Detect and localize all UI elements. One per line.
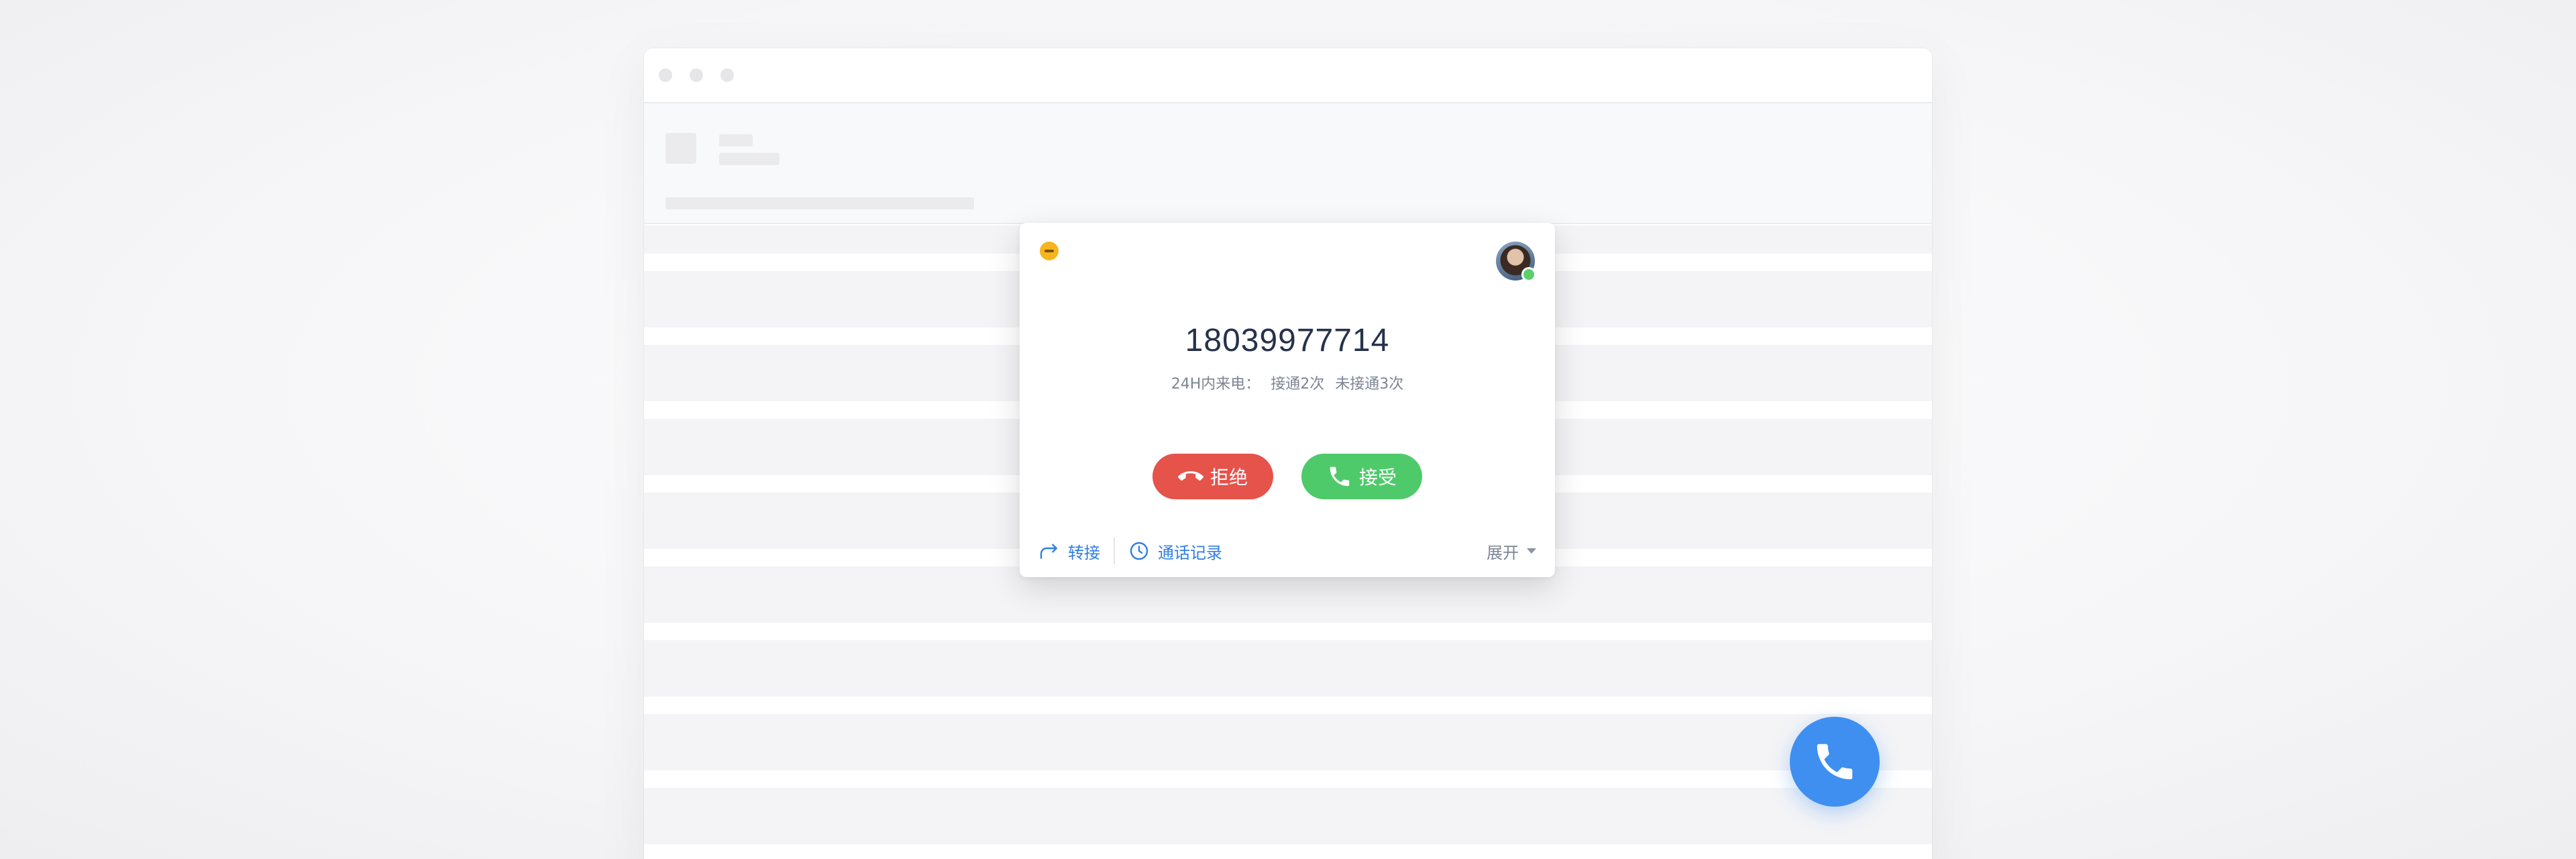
window-control-dot xyxy=(690,68,703,82)
reject-label: 拒绝 xyxy=(1210,466,1248,489)
placeholder-row xyxy=(644,595,1932,668)
placeholder-row xyxy=(644,668,1932,742)
online-status-icon xyxy=(1521,267,1536,282)
call-stats: 24H内来电： 接通2次 未接通3次 xyxy=(1020,372,1555,393)
window-titlebar xyxy=(644,48,1932,103)
caller-phone-number: 18039977714 xyxy=(1185,323,1390,358)
window-control-dot xyxy=(659,68,672,82)
placeholder-header xyxy=(644,103,1932,224)
hangup-icon xyxy=(1177,471,1203,481)
accept-label: 接受 xyxy=(1358,466,1397,489)
incoming-call-popup: 18039977714 24H内来电： 接通2次未接通3次 拒绝 接受 转接 xyxy=(1020,223,1555,577)
call-stats-label: 24H内来电： xyxy=(1171,376,1260,393)
caret-down-icon xyxy=(1527,548,1536,554)
expand-toggle[interactable]: 展开 xyxy=(1487,540,1536,563)
placeholder-line xyxy=(665,197,974,209)
phone-icon xyxy=(1330,466,1350,487)
expand-label: 展开 xyxy=(1487,543,1519,562)
page: 18039977714 24H内来电： 接通2次未接通3次 拒绝 接受 转接 xyxy=(0,0,2576,859)
placeholder-line xyxy=(719,134,753,146)
placeholder-row xyxy=(644,816,1932,859)
transfer-label: 转接 xyxy=(1068,543,1100,562)
call-stats-missed: 未接通3次 xyxy=(1335,376,1404,393)
user-avatar[interactable] xyxy=(1496,242,1536,282)
call-history-button[interactable]: 通话记录 xyxy=(1128,540,1222,563)
placeholder-logo xyxy=(665,133,696,164)
transfer-button[interactable]: 转接 xyxy=(1038,540,1100,563)
floating-call-button[interactable] xyxy=(1790,717,1880,807)
transfer-arrow-icon xyxy=(1040,544,1057,559)
footer-divider xyxy=(1114,538,1115,564)
placeholder-line xyxy=(719,153,780,165)
popup-footer: 转接 通话记录 展开 xyxy=(1020,534,1555,568)
accept-call-button[interactable]: 接受 xyxy=(1301,454,1422,499)
placeholder-row xyxy=(644,742,1932,816)
clock-icon xyxy=(1130,542,1148,560)
busy-status-icon[interactable] xyxy=(1040,242,1059,260)
window-control-dot xyxy=(720,68,734,82)
reject-call-button[interactable]: 拒绝 xyxy=(1152,454,1273,499)
call-history-label: 通话记录 xyxy=(1158,543,1222,562)
call-stats-connected: 接通2次 xyxy=(1271,376,1325,393)
phone-icon xyxy=(1817,744,1853,780)
